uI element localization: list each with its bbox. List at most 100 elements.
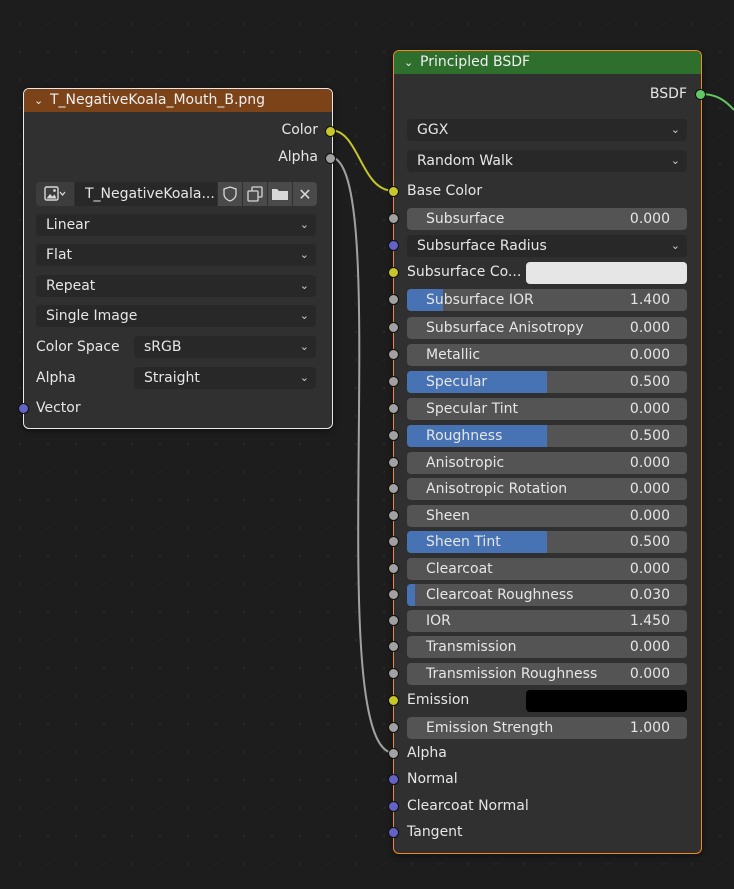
ior-socket[interactable] — [388, 615, 399, 626]
image-texture-node[interactable]: ⌄ T_NegativeKoala_Mouth_B.png Color Alpha… — [18, 88, 336, 429]
subsurface-ior-slider[interactable]: Subsurface IOR 1.400 — [407, 289, 687, 311]
metallic-socket[interactable] — [388, 349, 399, 360]
slider-value: 0.500 — [629, 534, 670, 550]
ior-slider[interactable]: IOR 1.450 — [407, 610, 687, 632]
emission-color-swatch[interactable] — [526, 690, 687, 712]
clearcoat-normal-socket[interactable] — [388, 801, 399, 812]
duplicate-image-button[interactable] — [243, 182, 267, 206]
slider-value: 1.450 — [629, 613, 670, 629]
subsurface-slider[interactable]: Subsurface 0.000 — [407, 208, 687, 230]
chevron-down-icon: ⌄ — [670, 239, 680, 252]
slider-label: Sheen — [426, 508, 470, 524]
specular-tint-socket[interactable] — [388, 403, 399, 414]
clearcoat-socket[interactable] — [388, 563, 399, 574]
subsurface-anisotropy-socket[interactable] — [388, 322, 399, 333]
chevron-down-icon: ⌄ — [299, 371, 309, 384]
sheen-socket[interactable] — [388, 510, 399, 521]
transmission-socket[interactable] — [388, 641, 399, 652]
link-alpha-to-alpha[interactable] — [329, 156, 395, 754]
specular-slider[interactable]: Specular 0.500 — [407, 371, 687, 393]
open-image-button[interactable] — [268, 182, 292, 206]
distribution-dropdown[interactable]: GGX ⌄ — [407, 119, 687, 141]
close-icon: ✕ — [298, 184, 312, 204]
anisotropic-rotation-socket[interactable] — [388, 483, 399, 494]
specular-tint-slider[interactable]: Specular Tint 0.000 — [407, 398, 687, 420]
color-space-dropdown[interactable]: sRGB ⌄ — [134, 336, 316, 358]
emission-label: Emission — [407, 692, 470, 708]
slider-value: 0.000 — [629, 481, 670, 497]
subsurface-color-swatch[interactable] — [526, 262, 687, 284]
principled-bsdf-node-header[interactable]: ⌄ Principled BSDF — [394, 51, 701, 74]
subsurface-radius-dropdown[interactable]: Subsurface Radius ⌄ — [407, 235, 687, 257]
slider-value: 0.030 — [629, 587, 670, 603]
image-browse-button[interactable] — [36, 182, 74, 206]
unlink-image-button[interactable]: ✕ — [293, 182, 317, 206]
chevron-down-icon: ⌄ — [299, 309, 309, 322]
subsurface-anisotropy-slider[interactable]: Subsurface Anisotropy 0.000 — [407, 317, 687, 339]
anisotropic-rotation-slider[interactable]: Anisotropic Rotation 0.000 — [407, 478, 687, 500]
normal-label: Normal — [407, 771, 458, 787]
collapse-chevron-icon[interactable]: ⌄ — [34, 89, 50, 112]
slider-label: IOR — [426, 613, 451, 629]
alpha-mode-label: Alpha — [36, 370, 76, 386]
clearcoat-roughness-slider[interactable]: Clearcoat Roughness 0.030 — [407, 584, 687, 606]
subsurface-ior-socket[interactable] — [388, 294, 399, 305]
alpha-input-socket[interactable] — [388, 748, 399, 759]
principled-bsdf-node[interactable]: ⌄ Principled BSDF BSDF GGX ⌄ Random Walk ⌄ … — [388, 50, 706, 854]
tangent-socket[interactable] — [388, 827, 399, 838]
sheen-tint-socket[interactable] — [388, 536, 399, 547]
roughness-slider[interactable]: Roughness 0.500 — [407, 425, 687, 447]
slider-label: Clearcoat — [426, 561, 493, 577]
slider-value: 1.000 — [629, 720, 670, 736]
slider-label: Transmission — [426, 639, 517, 655]
emission-socket[interactable] — [388, 695, 399, 706]
extension-dropdown[interactable]: Repeat ⌄ — [36, 275, 316, 297]
normal-socket[interactable] — [388, 774, 399, 785]
chevron-down-icon: ⌄ — [299, 340, 309, 353]
specular-socket[interactable] — [388, 376, 399, 387]
slider-value: 1.400 — [629, 292, 670, 308]
emission-strength-slider[interactable]: Emission Strength 1.000 — [407, 717, 687, 739]
metallic-slider[interactable]: Metallic 0.000 — [407, 344, 687, 366]
fake-user-button[interactable] — [218, 182, 242, 206]
subsurface-radius-socket[interactable] — [388, 240, 399, 251]
sheen-slider[interactable]: Sheen 0.000 — [407, 505, 687, 527]
image-name-field[interactable]: T_NegativeKoala... — [75, 182, 217, 206]
color-output-label: Color — [281, 122, 318, 138]
interpolation-dropdown[interactable]: Linear ⌄ — [36, 214, 316, 236]
clearcoat-slider[interactable]: Clearcoat 0.000 — [407, 558, 687, 580]
anisotropic-socket[interactable] — [388, 457, 399, 468]
sheen-tint-slider[interactable]: Sheen Tint 0.500 — [407, 531, 687, 553]
alpha-mode-dropdown[interactable]: Straight ⌄ — [134, 367, 316, 389]
bsdf-output-socket[interactable] — [695, 89, 706, 100]
slider-label: Subsurface — [426, 211, 505, 227]
color-output-socket[interactable] — [325, 126, 336, 137]
base-color-socket[interactable] — [388, 186, 399, 197]
clearcoat-roughness-socket[interactable] — [388, 589, 399, 600]
folder-icon — [272, 189, 288, 200]
emission-strength-socket[interactable] — [388, 722, 399, 733]
link-bsdf-out[interactable] — [700, 93, 734, 111]
vector-input-label: Vector — [36, 400, 81, 416]
anisotropic-slider[interactable]: Anisotropic 0.000 — [407, 452, 687, 474]
alpha-output-socket[interactable] — [325, 153, 336, 164]
extension-value: Repeat — [46, 278, 96, 294]
subsurface-color-socket[interactable] — [388, 267, 399, 278]
interpolation-value: Linear — [46, 217, 90, 233]
subsurface-method-dropdown[interactable]: Random Walk ⌄ — [407, 150, 687, 172]
base-color-label: Base Color — [407, 183, 483, 199]
subsurface-socket[interactable] — [388, 213, 399, 224]
transmission-slider[interactable]: Transmission 0.000 — [407, 636, 687, 658]
vector-input-socket[interactable] — [18, 403, 29, 414]
subsurface-color-label: Subsurface Co... — [407, 264, 522, 280]
link-color-to-base-color[interactable] — [329, 129, 395, 192]
color-space-value: sRGB — [144, 339, 182, 355]
projection-dropdown[interactable]: Flat ⌄ — [36, 244, 316, 266]
transmission-roughness-socket[interactable] — [388, 668, 399, 679]
source-dropdown[interactable]: Single Image ⌄ — [36, 305, 316, 327]
node-title: T_NegativeKoala_Mouth_B.png — [50, 92, 266, 108]
transmission-roughness-slider[interactable]: Transmission Roughness 0.000 — [407, 663, 687, 685]
image-texture-node-header[interactable]: ⌄ T_NegativeKoala_Mouth_B.png — [24, 89, 332, 112]
collapse-chevron-icon[interactable]: ⌄ — [404, 51, 420, 74]
roughness-socket[interactable] — [388, 430, 399, 441]
